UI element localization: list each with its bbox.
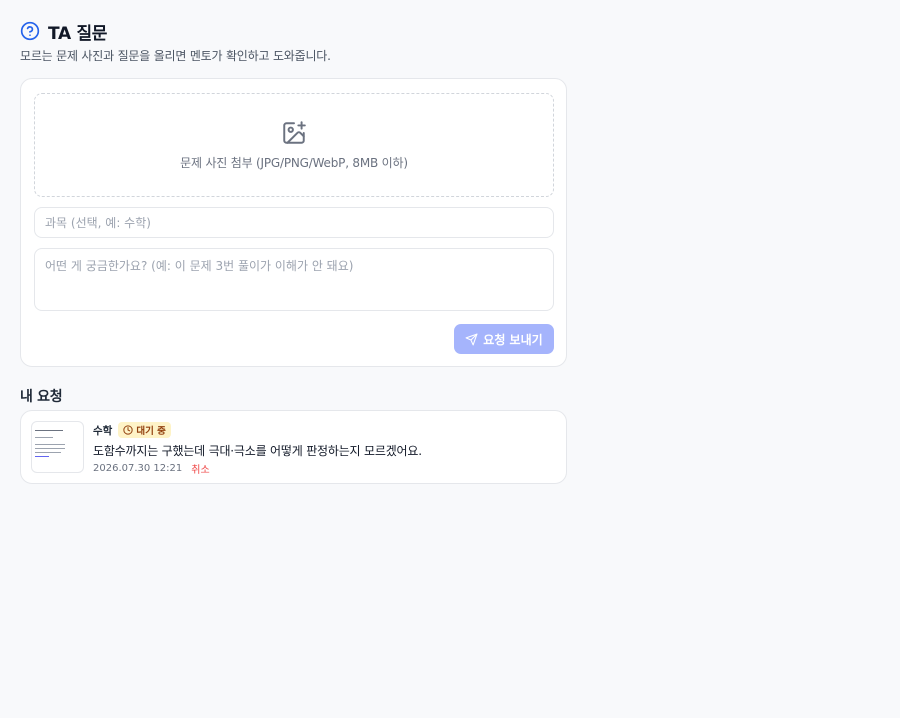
page-subtitle: 모르는 문제 사진과 질문을 올리면 멘토가 확인하고 도와줍니다. [20,49,331,63]
request-subject: 수학 [93,424,113,437]
request-item: 수학 대기 중 도함수까지는 구했는데 극대·극소를 어떻게 판정하는지 모르겠… [20,410,567,484]
send-button-label: 요청 보내기 [483,332,543,347]
request-meta: 수학 대기 중 [93,421,171,439]
my-requests-title: 내 요청 [20,389,63,405]
request-question-text: 도함수까지는 구했는데 극대·극소를 어떻게 판정하는지 모르겠어요. [93,444,422,458]
clock-icon [123,425,133,435]
subject-input[interactable] [34,207,554,238]
status-label: 대기 중 [136,426,166,437]
page-title: TA 질문 [48,23,108,44]
cancel-request-link[interactable]: 취소 [191,461,209,476]
send-icon [465,333,478,345]
ta-question-page: TA 질문 모르는 문제 사진과 질문을 올리면 멘토가 확인하고 도와줍니다.… [0,0,900,718]
request-footer: 2026.07.30 12:21 취소 [93,461,210,476]
request-timestamp: 2026.07.30 12:21 [93,463,183,474]
question-photo-thumbnail[interactable] [31,421,84,473]
question-circle-icon [20,21,40,41]
image-plus-icon [283,120,306,144]
page-header: TA 질문 모르는 문제 사진과 질문을 올리면 멘토가 확인하고 도와줍니다. [20,20,331,64]
question-textarea[interactable] [34,248,554,311]
dropzone-label: 문제 사진 첨부 (JPG/PNG/WebP, 8MB 이하) [180,155,408,170]
question-form-card: 문제 사진 첨부 (JPG/PNG/WebP, 8MB 이하) 요청 보내기 [20,78,567,367]
send-request-button[interactable]: 요청 보내기 [454,324,554,354]
photo-dropzone[interactable]: 문제 사진 첨부 (JPG/PNG/WebP, 8MB 이하) [34,93,554,197]
status-badge: 대기 중 [118,422,171,438]
title-row: TA 질문 [20,20,331,44]
